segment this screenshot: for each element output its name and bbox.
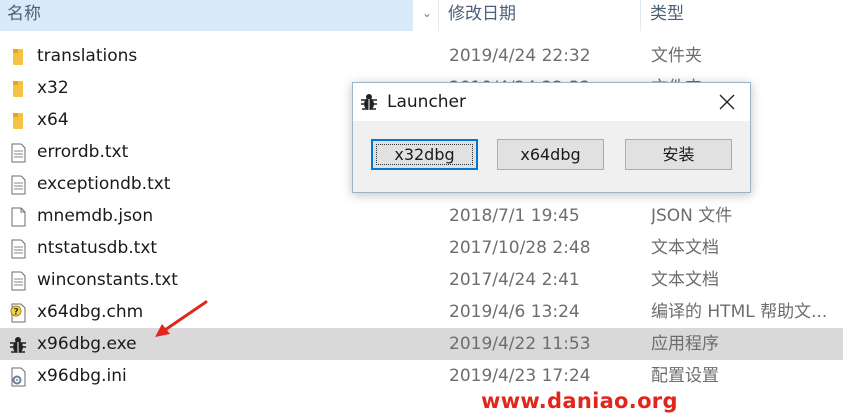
- file-type: 文本文档: [651, 270, 719, 290]
- file-name: x64: [37, 110, 69, 130]
- install-button-label: 安装: [662, 145, 695, 164]
- file-row-x96dbg-ini[interactable]: x96dbg.ini 2019/4/23 17:24 配置设置: [0, 360, 843, 392]
- file-name: x96dbg.ini: [37, 366, 127, 386]
- file-date: 2018/7/1 19:45: [449, 206, 580, 226]
- settings-file-icon: [11, 367, 26, 387]
- file-date: 2019/4/22 11:53: [449, 334, 591, 354]
- text-file-icon: [11, 175, 26, 195]
- file-date: 2019/4/23 17:24: [449, 366, 591, 386]
- file-type: 文件夹: [651, 46, 702, 66]
- column-header-type[interactable]: 类型: [641, 0, 843, 31]
- svg-text:?: ?: [14, 308, 19, 318]
- column-header-date[interactable]: 修改日期: [439, 0, 640, 31]
- file-name: ntstatusdb.txt: [37, 238, 158, 258]
- file-row-x64dbg-chm[interactable]: ? x64dbg.chm 2019/4/6 13:24 编译的 HTML 帮助文…: [0, 296, 843, 328]
- close-icon[interactable]: [704, 83, 750, 121]
- file-type: 应用程序: [651, 334, 719, 354]
- file-type: JSON 文件: [651, 206, 733, 226]
- file-type: 编译的 HTML 帮助文...: [651, 302, 828, 322]
- folder-icon: [13, 81, 23, 97]
- help-file-icon: ?: [10, 303, 26, 323]
- file-name: x64dbg.chm: [37, 302, 144, 322]
- file-name: translations: [37, 46, 138, 66]
- text-file-icon: [11, 143, 26, 163]
- file-name: winconstants.txt: [37, 270, 178, 290]
- file-name: x96dbg.exe: [37, 334, 137, 354]
- column-header-name[interactable]: 名称: [0, 0, 413, 31]
- file-date: 2017/10/28 2:48: [449, 238, 591, 258]
- focus-rectangle: [376, 144, 473, 165]
- file-type: 文本文档: [651, 238, 719, 258]
- annotation-arrow-icon: [155, 300, 208, 337]
- file-row-ntstatusdb[interactable]: ntstatusdb.txt 2017/10/28 2:48 文本文档: [0, 232, 843, 264]
- file-date: 2017/4/24 2:41: [449, 270, 580, 290]
- file-row-translations[interactable]: translations 2019/4/24 22:32 文件夹: [0, 40, 843, 72]
- column-header-bar: 名称 ⌄ 修改日期 类型: [0, 0, 843, 31]
- text-file-icon: [11, 271, 26, 291]
- file-name: mnemdb.json: [37, 206, 154, 226]
- launcher-dialog: Launcher x32dbg x64dbg 安装: [352, 82, 751, 193]
- file-date: 2019/4/24 22:32: [449, 46, 591, 66]
- file-name: errordb.txt: [37, 142, 129, 162]
- file-date: 2019/4/6 13:24: [449, 302, 580, 322]
- dialog-titlebar[interactable]: Launcher: [353, 83, 750, 121]
- install-button[interactable]: 安装: [625, 139, 732, 170]
- chevron-down-icon[interactable]: ⌄: [416, 0, 438, 31]
- bug-icon: [361, 94, 377, 110]
- file-row-mnemdb[interactable]: mnemdb.json 2018/7/1 19:45 JSON 文件: [0, 200, 843, 232]
- text-file-icon: [11, 239, 26, 259]
- dialog-title: Launcher: [387, 92, 467, 112]
- x32dbg-button[interactable]: x32dbg: [371, 139, 478, 170]
- file-type: 配置设置: [651, 366, 719, 386]
- x64dbg-button-label: x64dbg: [520, 145, 581, 164]
- blank-file-icon: [11, 207, 26, 227]
- folder-icon: [13, 113, 23, 129]
- file-row-x96dbg-exe[interactable]: x96dbg.exe 2019/4/22 11:53 应用程序: [0, 328, 843, 360]
- file-name: x32: [37, 78, 69, 98]
- watermark: www.daniao.org: [481, 389, 678, 413]
- x64dbg-button[interactable]: x64dbg: [497, 139, 604, 170]
- file-name: exceptiondb.txt: [37, 174, 171, 194]
- folder-icon: [13, 49, 23, 65]
- bug-icon: [10, 337, 26, 353]
- file-row-winconstants[interactable]: winconstants.txt 2017/4/24 2:41 文本文档: [0, 264, 843, 296]
